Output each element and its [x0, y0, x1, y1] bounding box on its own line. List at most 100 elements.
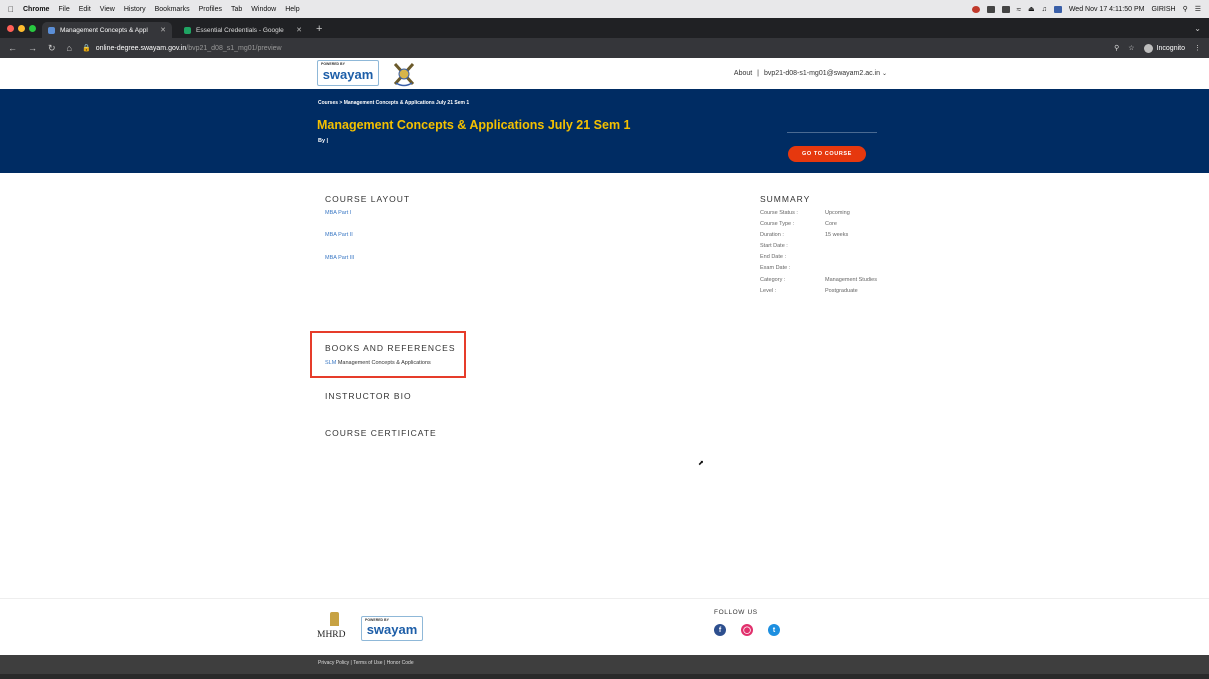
menu-file[interactable]: File: [58, 6, 69, 13]
institution-emblem-icon: [393, 62, 415, 87]
tab-management-concepts[interactable]: Management Concepts & Appl ✕: [42, 22, 172, 38]
tab-search-icon[interactable]: ⌄: [1194, 24, 1201, 33]
spotlight-icon[interactable]: ⚲: [1183, 5, 1188, 13]
status-icon-3[interactable]: [1001, 5, 1010, 13]
facebook-icon[interactable]: f: [714, 624, 726, 636]
mhrd-label: MHRD: [317, 630, 346, 640]
close-tab-icon[interactable]: ✕: [296, 26, 302, 34]
summary-row: Level : Postgraduate: [760, 288, 858, 294]
course-by-line: By |: [318, 138, 329, 144]
summary-key: Exam Date :: [760, 265, 791, 271]
menu-edit[interactable]: Edit: [79, 6, 91, 13]
control-center-icon[interactable]: ☰: [1195, 5, 1201, 13]
menu-profiles[interactable]: Profiles: [199, 6, 222, 13]
summary-heading: SUMMARY: [760, 194, 811, 204]
summary-key: Duration :: [760, 232, 784, 238]
menu-view[interactable]: View: [100, 6, 115, 13]
follow-us-label: FOLLOW US: [714, 609, 758, 616]
books-highlight-box: [310, 331, 466, 378]
instagram-icon[interactable]: ◯: [741, 624, 753, 636]
instructor-bio-heading[interactable]: INSTRUCTOR BIO: [325, 391, 412, 401]
chrome-menu-icon[interactable]: ⋮: [1194, 44, 1201, 52]
bookmark-star-icon[interactable]: ☆: [1128, 44, 1134, 52]
tab-title: Essential Credentials - Google: [196, 26, 284, 34]
incognito-label: Incognito: [1156, 44, 1185, 52]
lock-icon[interactable]: 🔒: [82, 44, 91, 52]
summary-key: Course Type :: [760, 221, 795, 227]
forward-icon[interactable]: →: [28, 43, 37, 54]
course-layout-item[interactable]: MBA Part I: [325, 210, 351, 216]
menu-window[interactable]: Window: [251, 6, 276, 13]
menu-tab[interactable]: Tab: [231, 6, 242, 13]
menu-history[interactable]: History: [124, 6, 146, 13]
zoom-search-icon[interactable]: ⚲: [1114, 44, 1119, 52]
summary-value: Management Studies: [825, 277, 877, 283]
new-tab-icon[interactable]: +: [316, 23, 322, 35]
home-icon[interactable]: ⌂: [67, 43, 72, 54]
summary-key: Category :: [760, 277, 786, 283]
mhrd-logo[interactable]: MHRD: [317, 612, 351, 644]
close-tab-icon[interactable]: ✕: [160, 26, 166, 34]
sheets-favicon-icon: [184, 26, 191, 34]
flag-icon[interactable]: [1053, 5, 1062, 13]
tab-essential-credentials[interactable]: Essential Credentials - Google ✕: [178, 22, 308, 38]
tab-title: Management Concepts & Appl: [60, 26, 148, 34]
summary-row: Course Type : Core: [760, 221, 837, 227]
zoom-window-icon[interactable]: [29, 25, 36, 32]
summary-row: Exam Date :: [760, 265, 825, 271]
back-icon[interactable]: ←: [8, 43, 17, 54]
footer-links[interactable]: Privacy Policy | Terms of Use | Honor Co…: [318, 660, 414, 666]
go-to-course-button[interactable]: GO TO COURSE: [788, 146, 866, 162]
reload-icon[interactable]: ↻: [48, 43, 56, 54]
user-email-dropdown[interactable]: bvp21-d08-s1-mg01@swayam2.ac.in: [764, 70, 880, 77]
browser-toolbar: ← → ↻ ⌂ 🔒 online-degree.swayam.gov.in /b…: [0, 38, 1209, 58]
apple-icon[interactable]: : [8, 5, 14, 14]
summary-row: End Date :: [760, 254, 825, 260]
macos-menu-bar:  Chrome File Edit View History Bookmark…: [0, 0, 1209, 18]
menu-user[interactable]: GIRISH: [1151, 6, 1175, 13]
logo-wordmark: swayam: [366, 622, 418, 637]
url-host: online-degree.swayam.gov.in: [95, 44, 187, 52]
menu-help[interactable]: Help: [285, 6, 299, 13]
chevron-down-icon[interactable]: ⌄: [882, 71, 887, 77]
address-bar[interactable]: 🔒 online-degree.swayam.gov.in /bvp21_d08…: [82, 44, 282, 53]
menu-bookmarks[interactable]: Bookmarks: [155, 6, 190, 13]
mouse-cursor-icon: ⬈: [698, 460, 704, 467]
summary-value: Core: [825, 221, 837, 227]
status-icon-2[interactable]: [986, 5, 995, 13]
book-reference: SLM Management Concepts & Applications: [325, 360, 431, 366]
breadcrumb[interactable]: Courses > Management Concepts & Applicat…: [318, 100, 469, 106]
summary-value: 15 weeks: [825, 232, 849, 238]
minimize-window-icon[interactable]: [18, 25, 25, 32]
summary-row: Course Status : Upcoming: [760, 210, 850, 216]
course-certificate-heading[interactable]: COURSE CERTIFICATE: [325, 428, 437, 438]
book-title: Management Concepts & Applications: [336, 360, 431, 366]
about-link[interactable]: About: [734, 70, 752, 77]
course-layout-item[interactable]: MBA Part III: [325, 255, 354, 261]
header-separator: |: [757, 70, 759, 77]
course-layout-item[interactable]: MBA Part II: [325, 232, 353, 238]
incognito-indicator[interactable]: Incognito: [1143, 43, 1185, 53]
url-path: /bvp21_d08_s1_mg01/preview: [186, 44, 282, 52]
volume-icon[interactable]: ♫: [1042, 6, 1047, 13]
logo-powered-by: POWERED BY: [321, 62, 345, 66]
status-icon-1[interactable]: [971, 5, 980, 13]
footer-bottom-strip: [0, 674, 1209, 679]
wifi-icon[interactable]: ≈: [1017, 5, 1021, 14]
course-layout-heading: COURSE LAYOUT: [325, 194, 411, 204]
course-banner: Courses > Management Concepts & Applicat…: [0, 89, 1209, 173]
menu-app-name[interactable]: Chrome: [23, 6, 49, 13]
banner-divider: [787, 132, 877, 133]
swayam-logo[interactable]: POWERED BY swayam: [317, 60, 379, 86]
twitter-icon[interactable]: t: [768, 624, 780, 636]
eject-icon[interactable]: ⏏: [1028, 5, 1035, 13]
toolbar-actions: ⚲ ☆ Incognito ⋮: [1114, 43, 1201, 53]
footer-swayam-logo[interactable]: POWERED BY swayam: [361, 616, 423, 641]
summary-key: Level :: [760, 288, 777, 294]
summary-value: Postgraduate: [825, 288, 858, 294]
books-heading: BOOKS AND REFERENCES: [325, 343, 456, 353]
menu-clock[interactable]: Wed Nov 17 4:11:50 PM: [1069, 6, 1145, 13]
close-window-icon[interactable]: [7, 25, 14, 32]
slm-link[interactable]: SLM: [325, 360, 336, 366]
summary-value: Upcoming: [825, 210, 850, 216]
